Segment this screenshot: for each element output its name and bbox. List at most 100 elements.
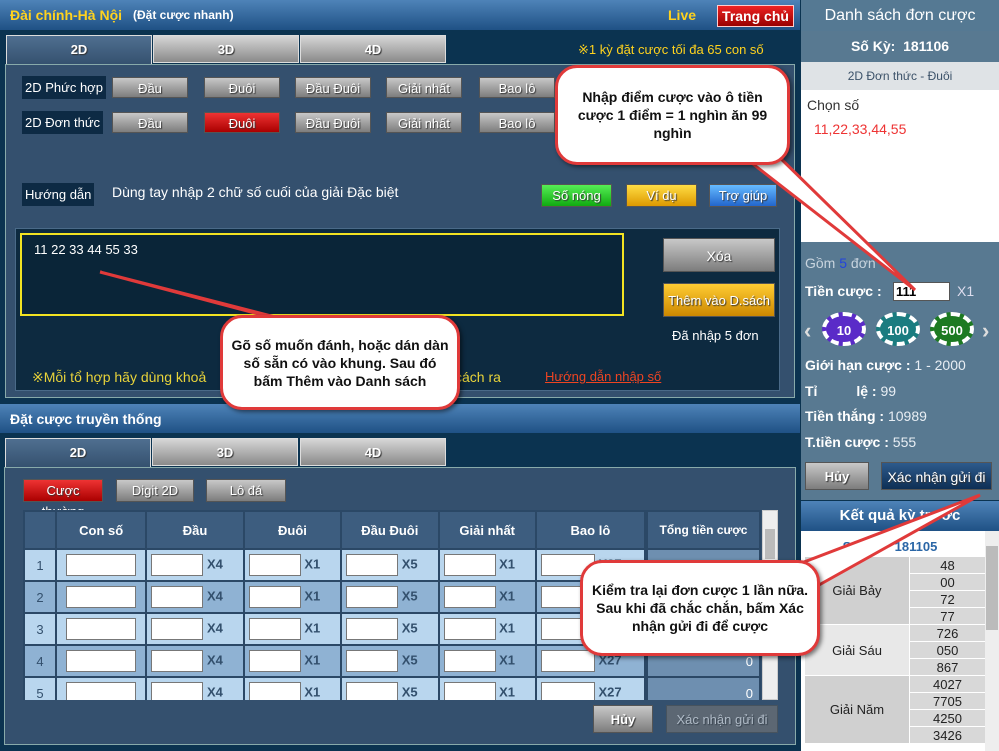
rate-label: Tỉ lệ : bbox=[805, 383, 877, 399]
single-dau-duoi-button[interactable]: Đầu Đuôi bbox=[295, 112, 371, 133]
dau-duoi-input[interactable] bbox=[346, 682, 399, 700]
prize-value: 72 bbox=[909, 590, 986, 608]
order-count: Gồm 5 đơn bbox=[805, 255, 876, 271]
bao-lo-input[interactable] bbox=[540, 650, 595, 672]
prize-value: 7705 bbox=[909, 692, 986, 710]
previous-results: Số Kỳ: 181105 Giải Bảy 48 00 72 77 Giải Sáu 72… bbox=[801, 531, 999, 751]
compound-dau-button[interactable]: Đầu bbox=[112, 77, 188, 98]
dau-duoi-cell: X5 bbox=[342, 678, 438, 700]
dau-duoi-input[interactable] bbox=[346, 650, 399, 672]
scrollbar-thumb[interactable] bbox=[765, 529, 775, 559]
con-so-input[interactable] bbox=[66, 586, 137, 608]
dau-input[interactable] bbox=[151, 650, 204, 672]
results-scrollbar[interactable] bbox=[985, 531, 999, 751]
input-guide-link[interactable]: Hướng dẫn nhập số bbox=[545, 369, 661, 384]
row-label-single: 2D Đơn thức bbox=[22, 111, 104, 134]
chips-next-icon[interactable]: › bbox=[982, 318, 989, 344]
giai-nhat-input[interactable] bbox=[443, 554, 496, 576]
help-button[interactable]: Trợ giúp bbox=[709, 184, 777, 207]
number-input-textarea[interactable]: 11 22 33 44 55 33 bbox=[20, 233, 624, 316]
compound-duoi-button[interactable]: Đuôi bbox=[204, 77, 280, 98]
results-scroll-thumb[interactable] bbox=[986, 546, 998, 630]
con-so-input[interactable] bbox=[66, 650, 137, 672]
giai-nhat-input[interactable] bbox=[443, 586, 496, 608]
giai-nhat-input[interactable] bbox=[443, 682, 496, 700]
single-bao-lo-button[interactable]: Bao lô bbox=[479, 112, 555, 133]
giai-nhat-cell: X1 bbox=[439, 678, 535, 700]
count-suffix: đơn bbox=[850, 255, 876, 271]
previous-period: Số Kỳ: 181105 bbox=[801, 531, 999, 556]
chosen-numbers: 11,22,33,44,55 bbox=[814, 121, 907, 137]
trad-confirm-button[interactable]: Xác nhận gửi đi bbox=[666, 705, 778, 733]
duoi-cell: X1 bbox=[244, 678, 341, 700]
giai-nhat-input[interactable] bbox=[443, 618, 496, 640]
col-dau: Đầu bbox=[147, 512, 243, 548]
col-bao-lo: Bao lô bbox=[536, 512, 644, 548]
dau-input[interactable] bbox=[151, 586, 204, 608]
duoi-input[interactable] bbox=[248, 554, 301, 576]
limit-label: Giới hạn cược : bbox=[805, 357, 911, 373]
rate: Tỉ lệ : 99 bbox=[805, 383, 896, 399]
dau-duoi-input[interactable] bbox=[346, 586, 399, 608]
trad-tab-2d[interactable]: 2D bbox=[5, 438, 151, 468]
clear-button[interactable]: Xóa bbox=[663, 238, 775, 272]
dau-input[interactable] bbox=[151, 618, 204, 640]
dau-duoi-input[interactable] bbox=[346, 554, 399, 576]
multiplier: X1 bbox=[304, 652, 321, 668]
limit-note: ※1 kỳ đặt cược tối đa 65 con số bbox=[578, 42, 764, 57]
duoi-input[interactable] bbox=[248, 586, 301, 608]
dau-input[interactable] bbox=[151, 682, 204, 700]
quick-tab-4d[interactable]: 4D bbox=[300, 35, 446, 63]
multiplier: X1 bbox=[304, 588, 321, 604]
callout-confirm: Kiểm tra lại đơn cược 1 lần nữa. Sau khi… bbox=[580, 560, 820, 656]
con-so-input[interactable] bbox=[66, 682, 137, 700]
mode-digit-button[interactable]: Digit 2D bbox=[116, 479, 194, 502]
duoi-input[interactable] bbox=[248, 618, 301, 640]
single-duoi-button[interactable]: Đuôi bbox=[204, 112, 280, 133]
stake-input[interactable] bbox=[893, 282, 950, 301]
row-label-compound: 2D Phức hợp bbox=[22, 76, 106, 99]
mode-lo-da-button[interactable]: Lô đá bbox=[206, 479, 286, 502]
row-index: 2 bbox=[25, 582, 55, 612]
con-so-input[interactable] bbox=[66, 554, 137, 576]
multiplier: X1 bbox=[499, 620, 516, 636]
chip-500[interactable]: 500 bbox=[930, 312, 974, 346]
trad-tab-4d[interactable]: 4D bbox=[300, 438, 446, 466]
quick-tab-3d[interactable]: 3D bbox=[153, 35, 299, 63]
single-giai-nhat-button[interactable]: Giải nhất bbox=[386, 112, 462, 133]
single-dau-button[interactable]: Đầu bbox=[112, 112, 188, 133]
chip-10[interactable]: 10 bbox=[822, 312, 866, 346]
con-so-input[interactable] bbox=[66, 618, 137, 640]
con-so-cell bbox=[57, 582, 146, 612]
multiplier: X4 bbox=[207, 556, 223, 572]
giai-nhat-input[interactable] bbox=[443, 650, 496, 672]
win-label: Tiền thắng : bbox=[805, 408, 885, 424]
duoi-input[interactable] bbox=[248, 682, 301, 700]
home-button[interactable]: Trang chủ bbox=[717, 5, 794, 27]
dau-duoi-input[interactable] bbox=[346, 618, 399, 640]
hot-numbers-button[interactable]: Số nóng bbox=[541, 184, 612, 207]
bao-lo-input[interactable] bbox=[540, 682, 595, 700]
col-total: Tổng tiền cược bbox=[647, 512, 759, 548]
compound-giai-nhat-button[interactable]: Giải nhất bbox=[386, 77, 462, 98]
chip-100[interactable]: 100 bbox=[876, 312, 920, 346]
example-button[interactable]: Ví dụ bbox=[626, 184, 697, 207]
compound-dau-duoi-button[interactable]: Đầu Đuôi bbox=[295, 77, 371, 98]
dau-input[interactable] bbox=[151, 554, 204, 576]
orders-cancel-button[interactable]: Hủy bbox=[805, 462, 869, 490]
trad-tab-3d[interactable]: 3D bbox=[152, 438, 298, 466]
duoi-input[interactable] bbox=[248, 650, 301, 672]
count-value: 5 bbox=[839, 255, 848, 271]
prize-name: Giải Bảy bbox=[804, 556, 910, 625]
quick-tab-2d[interactable]: 2D bbox=[6, 35, 152, 65]
add-to-list-button[interactable]: Thêm vào D.sách bbox=[663, 283, 775, 317]
count-prefix: Gồm bbox=[805, 255, 836, 271]
chips-prev-icon[interactable]: ‹ bbox=[804, 318, 811, 344]
duoi-cell: X1 bbox=[244, 582, 341, 612]
mode-normal-button[interactable]: Cược thường bbox=[23, 479, 103, 519]
multiplier: X5 bbox=[401, 620, 418, 636]
win-value: 10989 bbox=[887, 408, 927, 424]
orders-confirm-button[interactable]: Xác nhận gửi đi bbox=[881, 462, 992, 490]
trad-cancel-button[interactable]: Hủy bbox=[593, 705, 653, 733]
compound-bao-lo-button[interactable]: Bao lô bbox=[479, 77, 555, 98]
